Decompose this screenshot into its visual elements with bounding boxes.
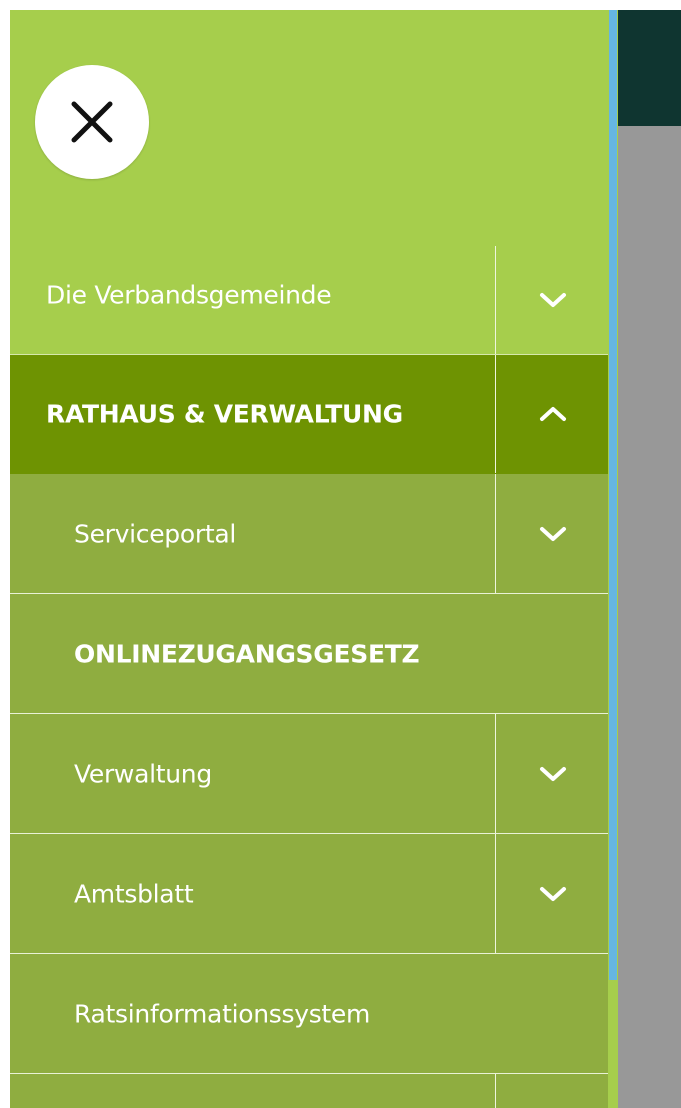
close-icon: [71, 101, 113, 143]
scrollbar-thumb[interactable]: [609, 10, 617, 980]
chevron-down-icon: [540, 766, 566, 781]
expand-submenu-button[interactable]: [495, 1074, 608, 1108]
expand-submenu-button[interactable]: [495, 246, 608, 354]
submenu-item-serviceportal[interactable]: Serviceportal: [10, 474, 608, 594]
expand-submenu-button[interactable]: [495, 834, 608, 953]
menu-item-die-verbandsgemeinde[interactable]: Die Verbandsgemeinde: [10, 236, 608, 355]
menu-item-label[interactable]: Die Verbandsgemeinde: [46, 281, 332, 310]
main-menu: Die Verbandsgemeinde RATHAUS & VERWALTUN…: [10, 236, 608, 1108]
chevron-up-icon: [540, 407, 566, 421]
drawer-scrollbar[interactable]: [608, 10, 618, 1108]
menu-item-rathaus-verwaltung[interactable]: RATHAUS & VERWALTUNG: [10, 355, 608, 474]
expand-submenu-button[interactable]: [495, 474, 608, 593]
submenu-item-verwaltung[interactable]: Verwaltung: [10, 714, 608, 834]
submenu-item-label[interactable]: Serviceportal: [74, 519, 236, 548]
navigation-drawer: Die Verbandsgemeinde RATHAUS & VERWALTUN…: [10, 10, 608, 1108]
submenu-item-amtsblatt[interactable]: Amtsblatt: [10, 834, 608, 954]
app-frame: Die Verbandsgemeinde RATHAUS & VERWALTUN…: [10, 10, 681, 1108]
chevron-down-icon: [540, 886, 566, 901]
site-header-bar: [608, 10, 681, 126]
submenu-item-label[interactable]: Amtsblatt: [74, 879, 194, 908]
submenu-item-partial[interactable]: [10, 1074, 608, 1108]
menu-item-label[interactable]: RATHAUS & VERWALTUNG: [46, 400, 403, 429]
collapse-submenu-button[interactable]: [495, 355, 608, 473]
submenu-item-ratsinformationssystem[interactable]: Ratsinformationssystem: [10, 954, 608, 1074]
chevron-down-icon: [540, 526, 566, 541]
chevron-down-icon: [540, 293, 566, 307]
submenu-item-onlinezugangsgesetz[interactable]: ONLINEZUGANGSGESETZ: [10, 594, 608, 714]
submenu-item-label[interactable]: ONLINEZUGANGSGESETZ: [74, 639, 420, 668]
expand-submenu-button[interactable]: [495, 714, 608, 833]
close-menu-button[interactable]: [35, 65, 149, 179]
submenu-item-label[interactable]: Verwaltung: [74, 759, 212, 788]
submenu-item-label[interactable]: Ratsinformationssystem: [74, 999, 370, 1028]
